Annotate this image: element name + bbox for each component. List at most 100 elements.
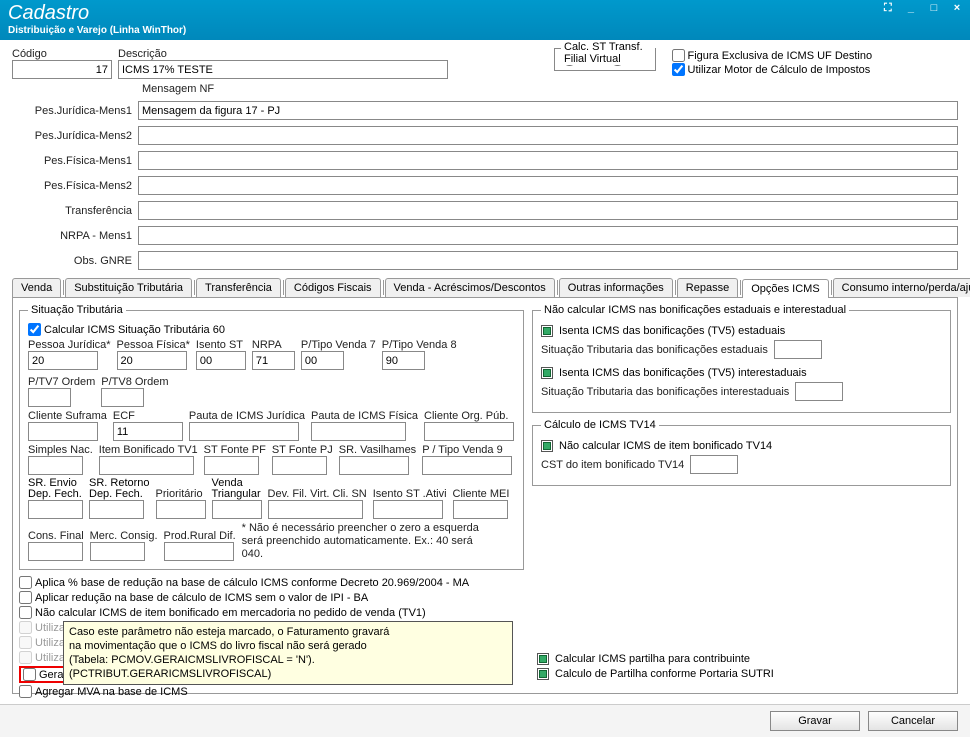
input-pauta-pj[interactable] [189,422,299,441]
input-pv8[interactable] [382,351,425,370]
lbl-figura-exclusiva: Figura Exclusiva de ICMS UF Destino [688,50,873,62]
note-zero-esquerda: * Não é necessário preencher o zero a es… [242,522,482,561]
lbl-utilizar-motor: Utilizar Motor de Cálculo de Impostos [688,64,871,76]
transf-input[interactable] [138,201,958,220]
pj1-input[interactable] [138,101,958,120]
lbl-pauta-pj: Pauta de ICMS Jurídica [189,410,305,422]
input-simples-nac[interactable] [28,456,83,475]
pf2-input[interactable] [138,176,958,195]
tooltip-line1: Caso este parâmetro não esteja marcado, … [69,625,507,639]
window-title: Cadastro [8,2,962,25]
input-merc-consig[interactable] [90,542,145,561]
pf1-input[interactable] [138,151,958,170]
lbl-isenta-est: Isenta ICMS das bonificações (TV5) estad… [559,325,785,337]
input-ptv8[interactable] [101,388,144,407]
chk-reducao-ba[interactable] [19,591,32,604]
input-cliente-mei[interactable] [453,500,508,519]
lbl-pj: Pessoa Jurídica* [28,339,111,351]
tab-codigos-fiscais[interactable]: Códigos Fiscais [285,278,381,297]
chk-nao-calc-tv14[interactable] [541,440,553,452]
footer: Gravar Cancelar [0,704,970,737]
tab-venda[interactable]: Venda [12,278,61,297]
chk-valor-medio-mg [19,651,32,664]
input-ptv9[interactable] [422,456,512,475]
tab-transferencia[interactable]: Transferência [196,278,281,297]
input-venda-triangular[interactable] [212,500,262,519]
tab-opcoes-icms[interactable]: Opções ICMS [742,279,828,298]
input-prioritario[interactable] [156,500,206,519]
lbl-sr-retorno: SR. RetornoDep. Fech. [89,478,150,500]
input-pf[interactable] [117,351,187,370]
tab-venda-acrescimos[interactable]: Venda - Acréscimos/Descontos [385,278,555,297]
calc-icms-tv14-group: Cálculo de ICMS TV14 Não calcular ICMS d… [532,419,951,486]
cancelar-button[interactable]: Cancelar [868,711,958,731]
input-ptv7[interactable] [28,388,71,407]
lbl-st-fonte-pj: ST Fonte PJ [272,444,333,456]
mensagem-nf-label: Mensagem NF [142,83,958,95]
lbl-cliente-mei: Cliente MEI [453,488,510,500]
input-cli-suframa[interactable] [28,422,98,441]
lbl-venda-triangular: VendaTriangular [212,478,262,500]
input-st-fonte-pf[interactable] [204,456,259,475]
input-cons-final[interactable] [28,542,83,561]
obs-input[interactable] [138,251,958,270]
chk-isenta-est[interactable] [541,325,553,337]
input-cst-tv14[interactable] [690,455,738,474]
input-isento[interactable] [196,351,246,370]
input-isento-ativi[interactable] [373,500,443,519]
codigo-input[interactable] [12,60,112,79]
close-icon[interactable]: × [948,2,966,18]
lbl-nao-calc-tv1: Não calcular ICMS de item bonificado em … [35,607,426,619]
chk-ult-entrada-normal [19,621,32,634]
tab-outras-info[interactable]: Outras informações [559,278,673,297]
minimize-icon[interactable]: _ [902,2,920,18]
lbl-sr-vasilhames: SR. Vasilhames [339,444,416,456]
input-sr-vasilhames[interactable] [339,456,409,475]
input-item-bonif[interactable] [99,456,194,475]
input-sr-retorno[interactable] [89,500,144,519]
input-sit-est[interactable] [774,340,822,359]
chk-calc-st60[interactable] [28,323,41,336]
pj1-label: Pes.Jurídica-Mens1 [12,105,132,117]
tooltip-gerar-icms: Caso este parâmetro não esteja marcado, … [63,621,513,685]
tooltip-line3: (Tabela: PCMOV.GERAICMSLIVROFISCAL = 'N'… [69,653,507,681]
input-sr-envio[interactable] [28,500,83,519]
tab-repasse[interactable]: Repasse [677,278,738,297]
lbl-ecf: ECF [113,410,183,422]
lbl-calc-st60: Calcular ICMS Situação Tributária 60 [44,324,225,336]
lbl-simples-nac: Simples Nac. [28,444,93,456]
gravar-button[interactable]: Gravar [770,711,860,731]
input-pj[interactable] [28,351,98,370]
tab-sub-trib[interactable]: Substituição Tributária [65,278,192,297]
input-pauta-pf[interactable] [311,422,406,441]
input-dev-fil-virt[interactable] [268,500,363,519]
lbl-ptv8: P/TV8 Ordem [101,376,168,388]
chk-partilha[interactable] [537,653,549,665]
restore-icon[interactable]: ⛶ [879,2,897,18]
chk-gerar-icms-livro[interactable] [23,668,36,681]
chk-figura-exclusiva[interactable] [672,49,685,62]
chk-decreto-ma[interactable] [19,576,32,589]
input-pv7[interactable] [301,351,344,370]
chk-isenta-int[interactable] [541,367,553,379]
input-cli-org[interactable] [424,422,514,441]
maximize-icon[interactable]: □ [925,2,943,18]
input-st-fonte-pj[interactable] [272,456,327,475]
input-prod-rural[interactable] [164,542,234,561]
nrpa-input[interactable] [138,226,958,245]
pj2-input[interactable] [138,126,958,145]
input-ecf[interactable] [113,422,183,441]
pj2-label: Pes.Jurídica-Mens2 [12,130,132,142]
descricao-input[interactable] [118,60,448,79]
lbl-cli-suframa: Cliente Suframa [28,410,107,422]
chk-sutri[interactable] [537,668,549,680]
lbl-sit-est: Situação Tributaria das bonificações est… [541,344,768,356]
chk-agregar-mva[interactable] [19,685,32,698]
input-sit-int[interactable] [795,382,843,401]
chk-nao-calc-tv1[interactable] [19,606,32,619]
lbl-isenta-int: Isenta ICMS das bonificações (TV5) inter… [559,367,807,379]
input-nrpa2[interactable] [252,351,295,370]
nao-calc-bonif-group: Não calcular ICMS nas bonificações estad… [532,304,951,413]
chk-utilizar-motor[interactable] [672,63,685,76]
tab-consumo[interactable]: Consumo interno/perda/ajuste [833,278,970,297]
